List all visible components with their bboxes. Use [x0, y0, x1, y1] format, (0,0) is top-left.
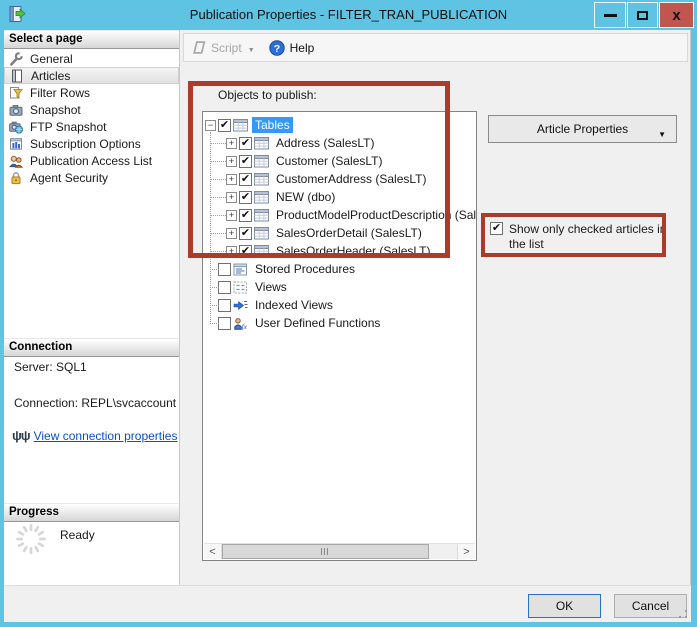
sidebar-item-label: Snapshot [30, 103, 81, 117]
dialog-client-area: Select a page General Articles Filter Rows… [4, 30, 691, 622]
sidebar-item-label: Agent Security [30, 171, 108, 185]
sidebar-item-subscription-options[interactable]: Subscription Options [4, 135, 179, 152]
sidebar-item-filter-rows[interactable]: Filter Rows [4, 84, 179, 101]
window-title: Publication Properties - FILTER_TRAN_PUB… [0, 0, 697, 30]
article-properties-label: Article Properties [537, 122, 628, 136]
checkbox-unchecked-icon[interactable] [218, 263, 231, 276]
tree-connector-stub [210, 323, 219, 324]
svg-text:?: ? [273, 42, 279, 54]
stored-procedure-icon [233, 263, 249, 276]
tree-row[interactable]: Indexed Views [203, 296, 476, 314]
tree-row[interactable]: Views [203, 278, 476, 296]
ok-button[interactable]: OK [528, 594, 601, 618]
view-connection-properties-link[interactable]: View connection properties [34, 429, 178, 443]
maximize-button[interactable] [627, 2, 658, 28]
sidebar-item-publication-access-list[interactable]: Publication Access List [4, 152, 179, 169]
svg-text:fx: fx [242, 322, 248, 330]
highlight-rectangle-checkbox [481, 213, 666, 257]
sidebar-item-label: Articles [31, 69, 70, 83]
wrench-icon [9, 52, 24, 66]
tree-item-label: Views [252, 279, 290, 295]
server-label: Server: SQL1 [14, 360, 87, 374]
sidebar-item-agent-security[interactable]: Agent Security [4, 169, 179, 186]
horizontal-scrollbar[interactable] [204, 543, 475, 559]
highlight-rectangle-objects [188, 81, 450, 258]
tree-row[interactable]: Stored Procedures [203, 260, 476, 278]
sidebar-item-label: General [30, 52, 73, 66]
article-page-icon [10, 69, 25, 83]
tree-item-label: User Defined Functions [252, 315, 383, 331]
progress-status: Ready [60, 528, 95, 542]
filter-icon [9, 86, 24, 100]
cancel-button[interactable]: Cancel [614, 594, 687, 618]
select-a-page-header: Select a page [4, 30, 179, 49]
tree-item-label: Stored Procedures [252, 261, 358, 277]
connection-header: Connection [4, 338, 179, 357]
toolbar: Script ? Help [183, 33, 688, 62]
help-icon: ? [269, 40, 285, 56]
minimize-button[interactable] [594, 2, 626, 28]
sidebar-item-label: Subscription Options [30, 137, 141, 151]
sidebar-item-label: Publication Access List [30, 154, 152, 168]
help-button[interactable]: Help [290, 41, 315, 55]
camera-icon [9, 103, 24, 117]
scrollbar-thumb[interactable] [222, 544, 429, 559]
publication-properties-dialog: Publication Properties - FILTER_TRAN_PUB… [0, 0, 697, 627]
page-list: General Articles Filter Rows Snapshot FTP Sn… [4, 50, 179, 186]
checkbox-unchecked-icon[interactable] [218, 299, 231, 312]
close-button[interactable] [659, 2, 694, 28]
tree-connector-stub [210, 269, 219, 270]
resize-grip[interactable] [679, 610, 687, 618]
sidebar-item-general[interactable]: General [4, 50, 179, 67]
chart-icon [9, 137, 24, 151]
view-icon [233, 281, 249, 294]
sidebar-item-label: Filter Rows [30, 86, 90, 100]
sidebar-item-label: FTP Snapshot [30, 120, 107, 134]
camera-globe-icon [9, 120, 24, 134]
udf-icon: fx [233, 317, 249, 330]
script-dropdown-arrow-icon[interactable] [248, 41, 255, 55]
minimize-icon [604, 14, 617, 17]
tree-connector-stub [210, 305, 219, 306]
scroll-right-icon[interactable] [458, 544, 475, 559]
indexed-view-icon [233, 299, 249, 312]
scrollbar-grip-icon [321, 548, 330, 555]
sidebar-item-snapshot[interactable]: Snapshot [4, 101, 179, 118]
checkbox-unchecked-icon[interactable] [218, 281, 231, 294]
sidebar-item-ftp-snapshot[interactable]: FTP Snapshot [4, 118, 179, 135]
close-icon [672, 8, 680, 23]
checkbox-unchecked-icon[interactable] [218, 317, 231, 330]
progress-header: Progress [4, 503, 179, 522]
scrollbar-track[interactable] [221, 544, 458, 559]
footer: OK Cancel [4, 585, 691, 622]
sidebar: Select a page General Articles Filter Rows… [4, 30, 180, 585]
connection-properties-icon: ψψ [12, 428, 30, 443]
connection-account-label: Connection: REPL\svcaccount [14, 396, 176, 410]
tree-connector-stub [210, 287, 219, 288]
lock-icon [9, 171, 24, 185]
article-properties-button[interactable]: Article Properties [488, 115, 677, 143]
progress-spinner-icon [14, 522, 48, 556]
maximize-icon [637, 11, 648, 20]
script-button[interactable]: Script [211, 41, 242, 55]
script-icon [192, 40, 207, 55]
sidebar-item-articles[interactable]: Articles [4, 67, 179, 84]
main-panel: Script ? Help Objects to publish: Tables… [180, 30, 691, 585]
people-icon [9, 154, 24, 168]
tree-item-label: Indexed Views [252, 297, 336, 313]
dropdown-arrow-icon [658, 126, 666, 140]
tree-row[interactable]: fx User Defined Functions [203, 314, 476, 332]
scroll-left-icon[interactable] [204, 544, 221, 559]
titlebar[interactable]: Publication Properties - FILTER_TRAN_PUB… [0, 0, 697, 30]
